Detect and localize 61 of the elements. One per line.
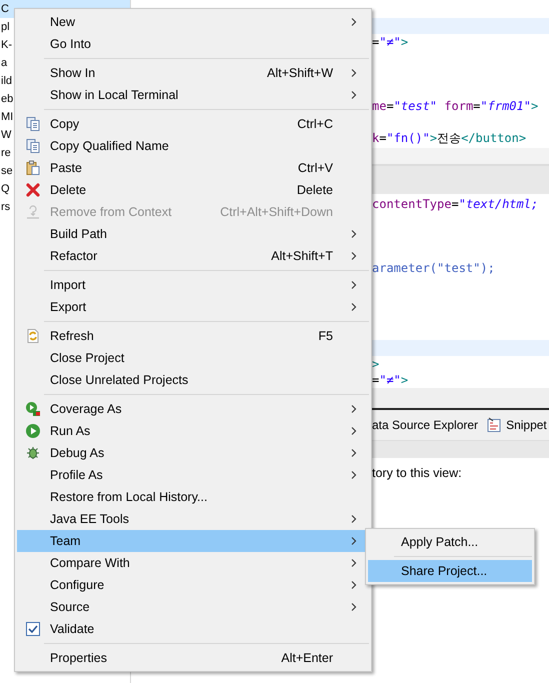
delete-icon	[24, 182, 40, 198]
menu-item[interactable]: Copy Qualified Name	[17, 135, 369, 157]
snippets-icon	[486, 417, 502, 433]
menu-item[interactable]: New	[17, 11, 369, 33]
copy-icon	[24, 138, 40, 154]
run-icon	[24, 423, 40, 439]
checkbox[interactable]	[26, 622, 40, 636]
copy-icon	[24, 116, 40, 132]
tree-item[interactable]: Q	[1, 180, 10, 198]
tree-item[interactable]: pl	[1, 18, 10, 36]
code-line: ="≠">	[372, 372, 408, 388]
menu-item[interactable]: Refresh F5	[17, 325, 369, 347]
refresh-icon	[24, 328, 40, 344]
view-tab[interactable]: ata Source Explorer	[372, 418, 478, 432]
menu-item[interactable]: Build Path	[17, 223, 369, 245]
code-line: ="≠">	[372, 34, 408, 50]
menu-item[interactable]: Coverage As	[17, 398, 369, 420]
menu-item[interactable]: Copy Ctrl+C	[17, 113, 369, 135]
menu-item[interactable]: Properties Alt+Enter	[17, 647, 369, 669]
menu-item[interactable]: Delete Delete	[17, 179, 369, 201]
view-message: tory to this view:	[372, 466, 462, 480]
tree-item[interactable]: re	[1, 144, 11, 162]
menu-item[interactable]: Close Project	[17, 347, 369, 369]
menu-item[interactable]: Import	[17, 274, 369, 296]
menu-item[interactable]: Configure	[17, 574, 369, 596]
menu-item[interactable]: Show In Alt+Shift+W	[17, 62, 369, 84]
remove-icon	[24, 204, 40, 220]
bug-icon	[24, 445, 40, 461]
menu-item[interactable]: Source	[17, 596, 369, 618]
code-line: contentType="text/html;	[372, 196, 538, 212]
menu-item[interactable]: Paste Ctrl+V	[17, 157, 369, 179]
tree-item[interactable]: MI	[1, 108, 14, 126]
tree-item[interactable]: rs	[1, 198, 10, 216]
menu-item[interactable]: Restore from Local History...	[17, 486, 369, 508]
menu-item[interactable]: Java EE Tools	[17, 508, 369, 530]
tree-item[interactable]: eb	[1, 90, 14, 108]
tree-item[interactable]: K-	[1, 36, 12, 54]
menu-item[interactable]: Apply Patch...	[368, 531, 532, 553]
menu-item[interactable]: Close Unrelated Projects	[17, 369, 369, 391]
menu-item[interactable]: Go Into	[17, 33, 369, 55]
tree-item[interactable]: se	[1, 162, 13, 180]
menu-item[interactable]: Profile As	[17, 464, 369, 486]
tree-item[interactable]: a	[1, 54, 8, 72]
code-line: me="test" form="frm01">	[372, 98, 538, 114]
clipboard-icon	[24, 160, 40, 176]
code-line: >	[372, 356, 380, 372]
coverage-icon	[24, 401, 40, 417]
menu-item[interactable]: Refactor Alt+Shift+T	[17, 245, 369, 267]
menu-item[interactable]: Debug As	[17, 442, 369, 464]
tree-item[interactable]: ild	[1, 72, 12, 90]
menu-item[interactable]: Run As	[17, 420, 369, 442]
code-line: k="fn()">전송</button>	[372, 130, 526, 146]
menu-item[interactable]: Compare With	[17, 552, 369, 574]
menu-item[interactable]: Validate	[17, 618, 369, 640]
tree-item[interactable]: W	[1, 126, 12, 144]
tree-item[interactable]: C	[1, 0, 9, 18]
menu-item[interactable]: Show in Local Terminal	[17, 84, 369, 106]
code-line: arameter("test");	[372, 260, 495, 276]
view-tab[interactable]: Snippet	[486, 417, 547, 433]
menu-item[interactable]: Export	[17, 296, 369, 318]
menu-item[interactable]: Share Project...	[368, 560, 532, 582]
